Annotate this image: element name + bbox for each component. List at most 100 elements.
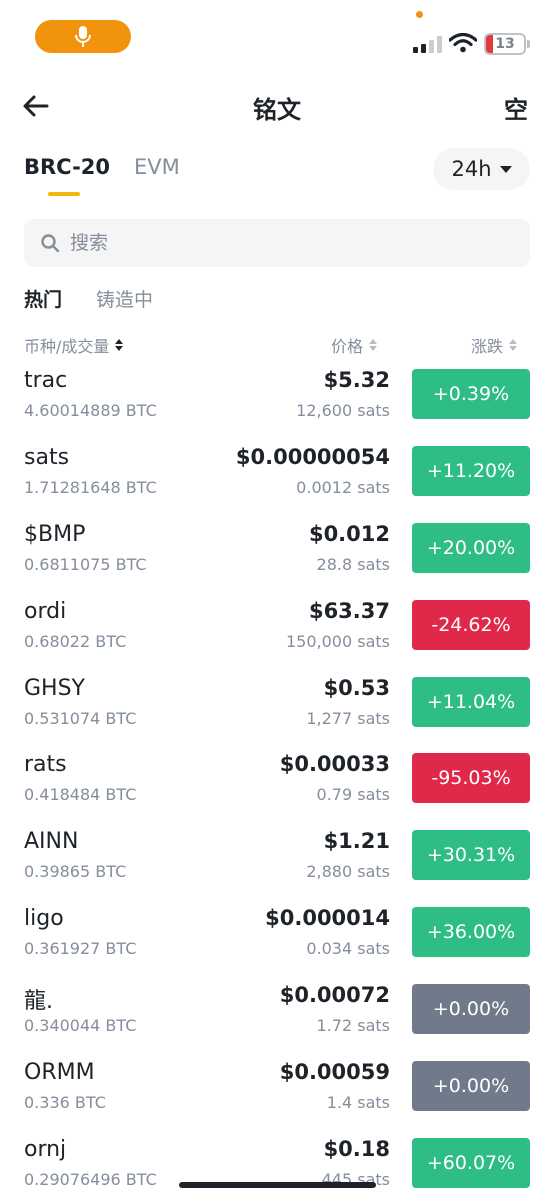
token-price-sats: 1.4 sats (326, 1093, 390, 1113)
token-price: $1.21 (323, 829, 390, 854)
token-row[interactable]: trac 4.60014889 BTC $5.32 12,600 sats +0.39% (0, 368, 554, 445)
token-price: $0.000014 (265, 906, 390, 931)
token-name: rats (24, 752, 67, 778)
token-name: $BMP (24, 521, 86, 547)
token-name: GHSY (24, 675, 85, 701)
subtab-hot[interactable]: 热门 (24, 285, 62, 312)
search-bar[interactable] (24, 219, 530, 267)
token-price: $0.53 (323, 675, 390, 700)
token-price: $63.37 (308, 598, 390, 623)
token-row[interactable]: AINN 0.39865 BTC $1.21 2,880 sats +30.31% (0, 829, 554, 906)
token-volume: 0.340044 BTC (24, 1016, 137, 1036)
token-name: AINN (24, 829, 79, 855)
token-volume: 0.336 BTC (24, 1093, 106, 1113)
token-name: ORMM (24, 1060, 95, 1086)
token-price-sats: 0.034 sats (306, 939, 390, 959)
token-name: sats (24, 444, 70, 470)
token-row[interactable]: ornj 0.29076496 BTC $0.18 445 sats +60.07% (0, 1137, 554, 1200)
token-row[interactable]: ligo 0.361927 BTC $0.000014 0.034 sats +36.0… (0, 906, 554, 983)
token-volume: 0.418484 BTC (24, 785, 137, 805)
search-icon (41, 234, 60, 253)
caret-down-icon (499, 165, 512, 173)
token-price-sats: 0.79 sats (316, 785, 390, 805)
token-price-sats: 28.8 sats (316, 554, 390, 574)
token-volume: 0.68022 BTC (24, 631, 127, 651)
token-volume: 0.39865 BTC (24, 862, 127, 882)
change-badge[interactable]: +60.07% (412, 1137, 530, 1188)
token-volume: 0.531074 BTC (24, 708, 137, 728)
token-price: $0.00033 (279, 752, 390, 777)
change-badge[interactable]: +30.31% (412, 830, 530, 881)
token-row[interactable]: 龍. 0.340044 BTC $0.00072 1.72 sats +0.00% (0, 983, 554, 1060)
change-badge[interactable]: +0.39% (412, 369, 530, 419)
token-name: 龍. (24, 989, 53, 1015)
change-badge[interactable]: +0.00% (412, 1061, 530, 1112)
token-list: trac 4.60014889 BTC $5.32 12,600 sats +0.39%… (0, 368, 554, 1200)
token-row[interactable]: ordi 0.68022 BTC $63.37 150,000 sats -24.62% (0, 599, 554, 676)
column-header-change[interactable]: 涨跌 (471, 333, 518, 357)
token-row[interactable]: rats 0.418484 BTC $0.00033 0.79 sats -95.03% (0, 752, 554, 829)
column-header-name-volume[interactable]: 币种/成交量 (24, 333, 124, 357)
change-badge[interactable]: +0.00% (412, 984, 530, 1035)
token-volume: 0.29076496 BTC (24, 1169, 157, 1189)
token-price-sats: 1.72 sats (316, 1016, 390, 1036)
column-label-price: 价格 (331, 337, 364, 356)
tab-bar: BRC-20 EVM (24, 152, 180, 202)
sort-icon (509, 339, 518, 351)
change-badge[interactable]: +11.04% (412, 676, 530, 727)
sort-icon (115, 339, 124, 351)
header-right-button[interactable]: 空 (504, 90, 528, 125)
search-input[interactable] (70, 232, 490, 254)
subtab-minting[interactable]: 铸造中 (96, 285, 153, 312)
status-bar: 13 (0, 0, 554, 70)
token-price-sats: 0.0012 sats (296, 477, 390, 497)
home-indicator (179, 1182, 376, 1188)
tab-brc20[interactable]: BRC-20 (24, 152, 110, 196)
token-price-sats: 1,277 sats (306, 708, 390, 728)
header: 铭文 空 (0, 80, 554, 134)
token-price: $5.32 (323, 368, 390, 392)
token-volume: 0.361927 BTC (24, 939, 137, 959)
page-title: 铭文 (253, 96, 301, 124)
token-row[interactable]: sats 1.71281648 BTC $0.00000054 0.0012 sats… (0, 445, 554, 522)
token-price: $0.00072 (279, 983, 390, 1008)
change-badge[interactable]: +20.00% (412, 522, 530, 573)
token-price-sats: 12,600 sats (296, 401, 390, 420)
change-badge[interactable]: +36.00% (412, 907, 530, 958)
change-badge[interactable]: -24.62% (412, 599, 530, 650)
signal-icon (413, 36, 442, 53)
period-value: 24h (451, 157, 492, 181)
microphone-icon (75, 25, 91, 47)
wifi-icon (449, 33, 477, 53)
battery-tip (527, 40, 530, 48)
change-badge[interactable]: -95.03% (412, 753, 530, 804)
token-price: $0.00000054 (235, 444, 390, 469)
battery-level: 13 (495, 36, 515, 52)
battery-icon: 13 (484, 33, 526, 55)
token-name: ornj (24, 1136, 67, 1162)
token-price-sats: 150,000 sats (286, 631, 390, 651)
token-row[interactable]: ORMM 0.336 BTC $0.00059 1.4 sats +0.00% (0, 1060, 554, 1137)
token-name: trac (24, 368, 68, 393)
token-volume: 0.6811075 BTC (24, 554, 147, 574)
token-volume: 4.60014889 BTC (24, 401, 157, 420)
privacy-indicator-dot (416, 11, 423, 18)
sort-icon (369, 339, 378, 351)
token-price: $0.00059 (279, 1060, 390, 1085)
token-price-sats: 2,880 sats (306, 862, 390, 882)
token-price: $0.012 (308, 521, 390, 546)
filter-tabs: 热门 铸造中 (24, 285, 153, 312)
token-volume: 1.71281648 BTC (24, 477, 157, 497)
token-name: ordi (24, 598, 67, 624)
column-header-price[interactable]: 价格 (331, 333, 378, 357)
token-price: $0.18 (323, 1136, 390, 1161)
tab-evm[interactable]: EVM (134, 152, 180, 196)
microphone-indicator[interactable] (35, 20, 131, 53)
column-label-name-volume: 币种/成交量 (24, 337, 110, 356)
period-select[interactable]: 24h (433, 148, 530, 190)
change-badge[interactable]: +11.20% (412, 445, 530, 496)
token-row[interactable]: $BMP 0.6811075 BTC $0.012 28.8 sats +20.00% (0, 522, 554, 599)
token-row[interactable]: GHSY 0.531074 BTC $0.53 1,277 sats +11.04% (0, 676, 554, 753)
token-name: ligo (24, 906, 64, 932)
column-label-change: 涨跌 (471, 337, 504, 356)
